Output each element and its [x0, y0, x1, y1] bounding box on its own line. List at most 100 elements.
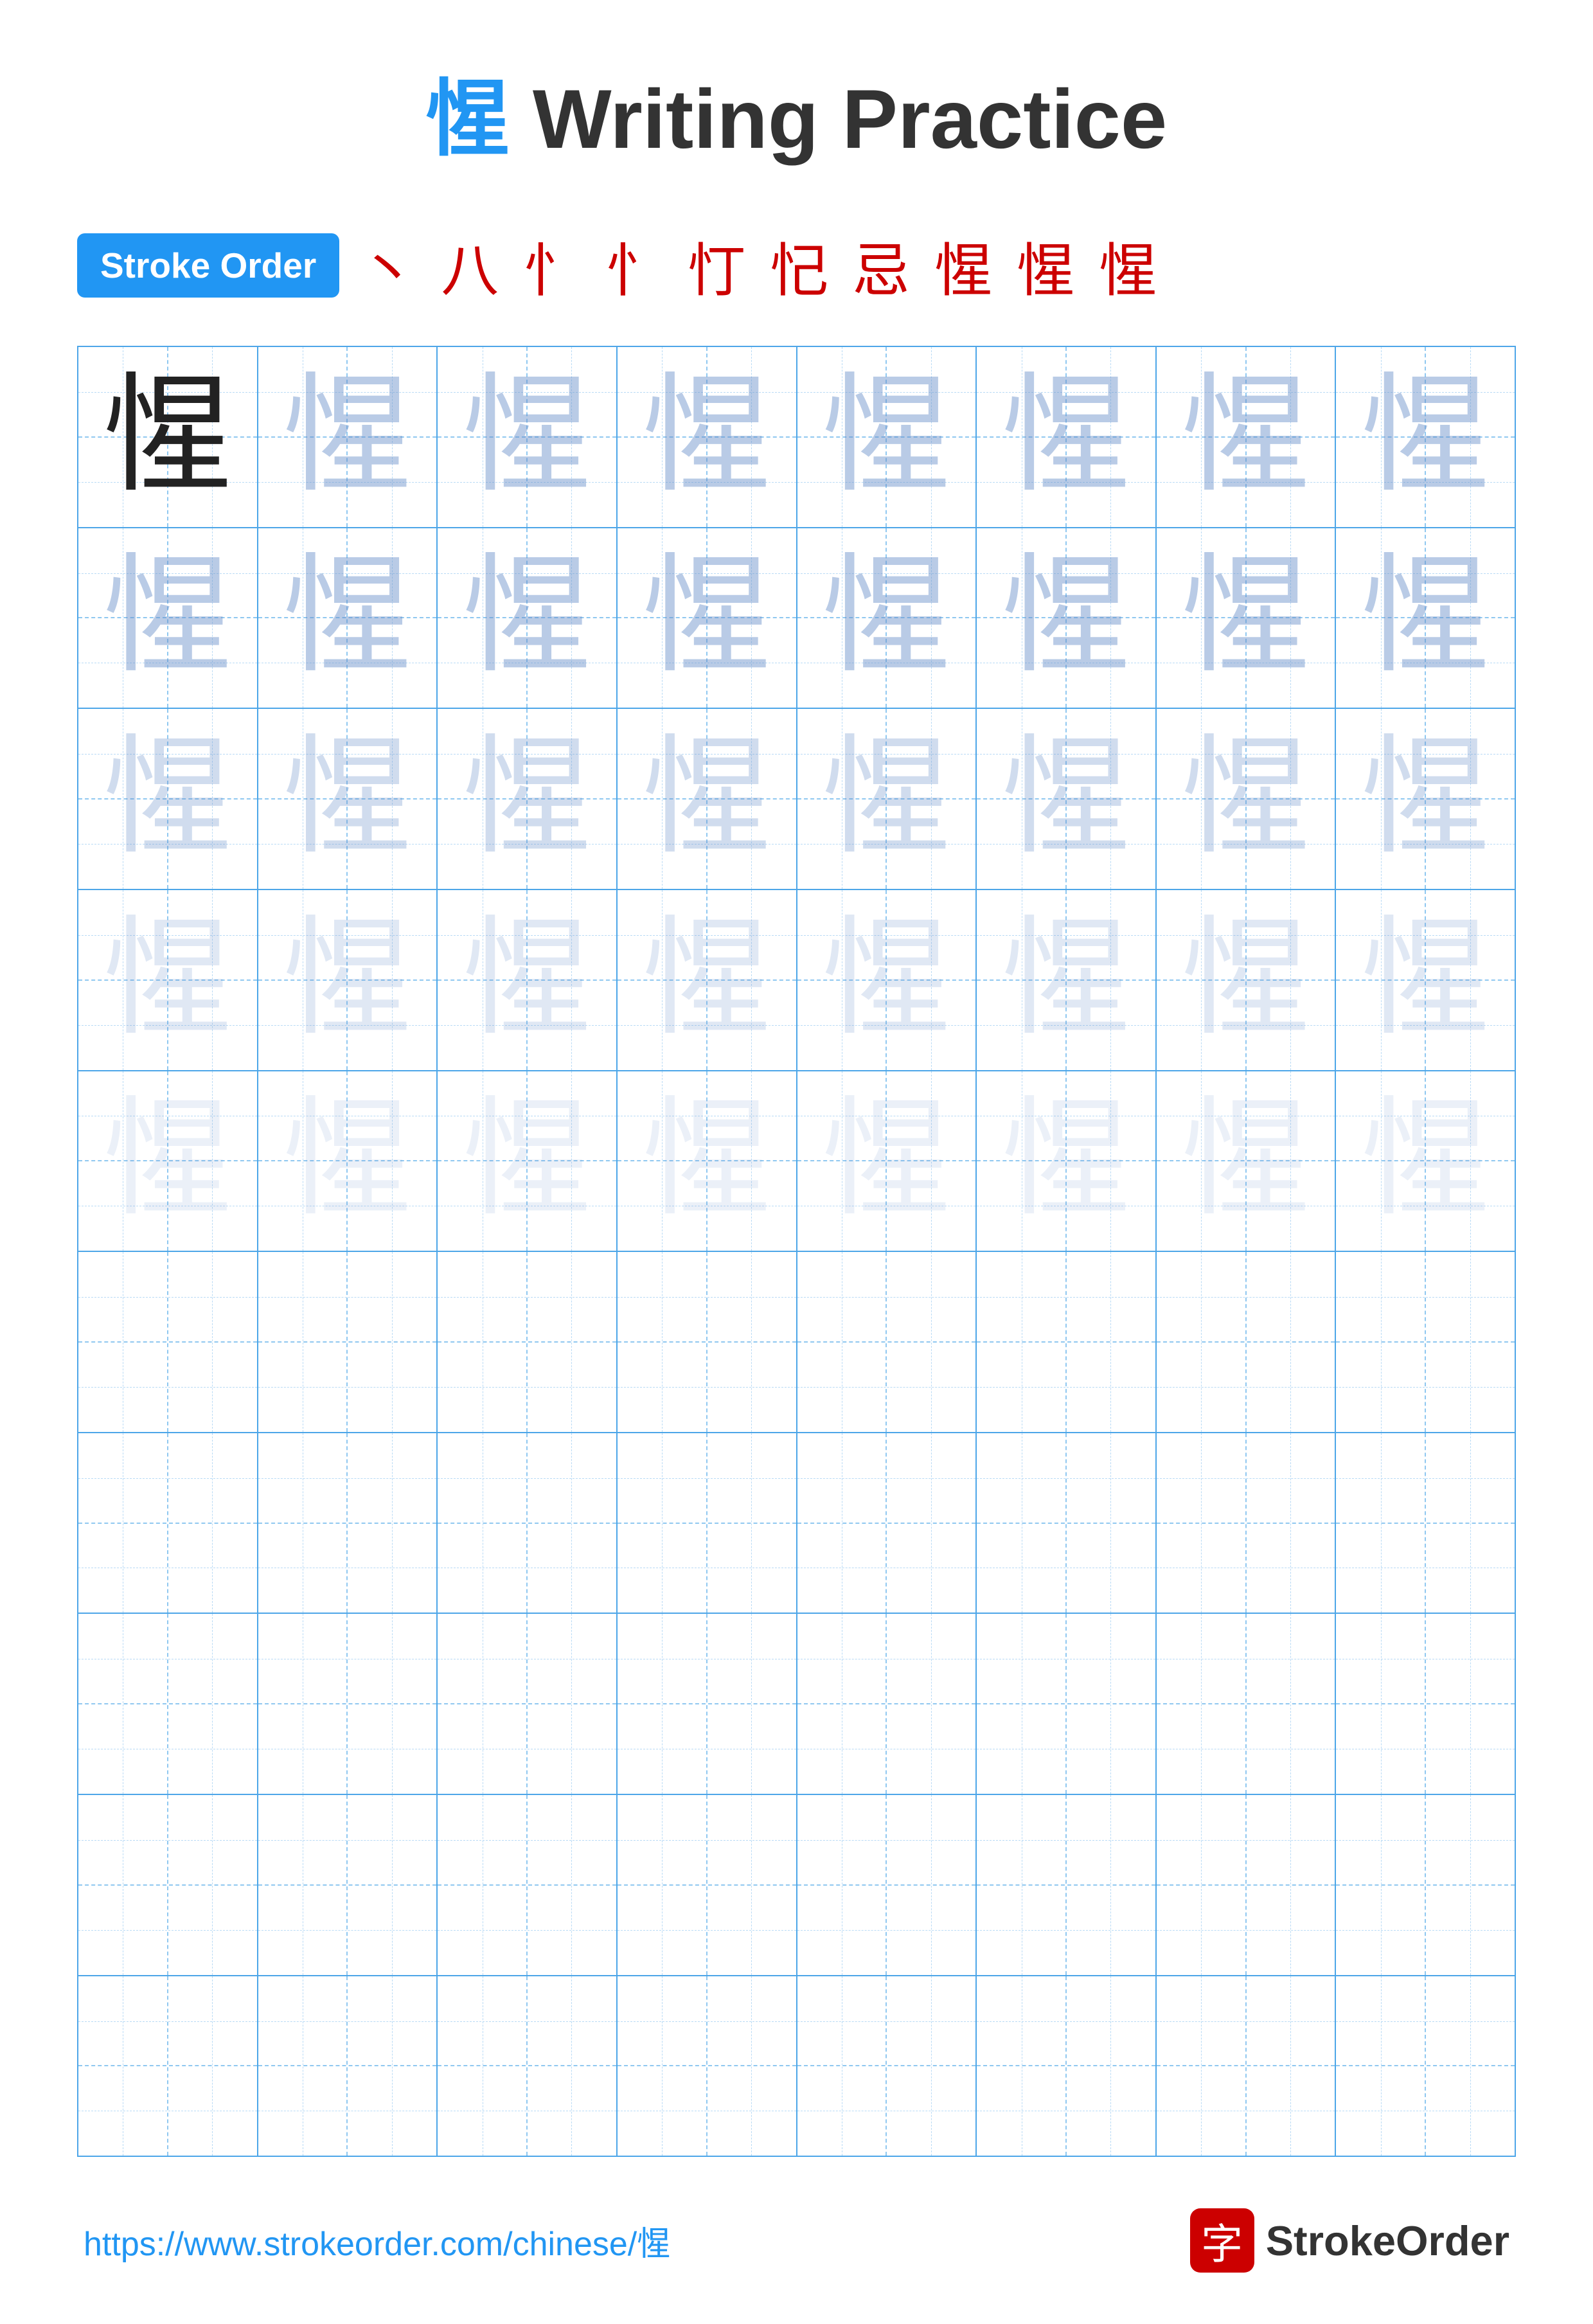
grid-cell[interactable] — [438, 1976, 618, 2156]
grid-cell[interactable] — [438, 1795, 618, 1975]
grid-cell[interactable]: 惺 — [618, 709, 797, 889]
grid-cell[interactable] — [258, 1433, 438, 1613]
grid-cell[interactable]: 惺 — [797, 347, 977, 527]
practice-char: 惺 — [822, 916, 950, 1044]
grid-cell[interactable]: 惺 — [258, 890, 438, 1070]
grid-row — [78, 1976, 1515, 2156]
grid-cell[interactable] — [258, 1795, 438, 1975]
grid-cell[interactable]: 惺 — [438, 347, 618, 527]
grid-cell[interactable] — [618, 1614, 797, 1794]
grid-cell[interactable] — [1336, 1252, 1515, 1432]
practice-char: 惺 — [463, 553, 591, 682]
grid-cell[interactable]: 惺 — [1157, 1071, 1337, 1251]
grid-cell[interactable] — [258, 1614, 438, 1794]
grid-cell[interactable] — [1336, 1795, 1515, 1975]
grid-cell[interactable]: 惺 — [78, 709, 258, 889]
stroke-4: 忄 — [605, 224, 675, 307]
grid-row — [78, 1252, 1515, 1433]
grid-cell[interactable]: 惺 — [78, 1071, 258, 1251]
stroke-9: 惺 — [1017, 224, 1086, 307]
grid-cell[interactable] — [1157, 1795, 1337, 1975]
grid-cell[interactable] — [1336, 1976, 1515, 2156]
grid-cell[interactable]: 惺 — [1157, 347, 1337, 527]
grid-cell[interactable] — [977, 1614, 1157, 1794]
grid-cell[interactable] — [977, 1433, 1157, 1613]
grid-cell[interactable]: 惺 — [1336, 709, 1515, 889]
grid-cell[interactable] — [977, 1976, 1157, 2156]
grid-cell[interactable]: 惺 — [797, 890, 977, 1070]
grid-cell[interactable] — [977, 1795, 1157, 1975]
grid-cell[interactable] — [797, 1433, 977, 1613]
writing-grid: 惺惺惺惺惺惺惺惺惺惺惺惺惺惺惺惺惺惺惺惺惺惺惺惺惺惺惺惺惺惺惺惺惺惺惺惺惺惺惺惺 — [77, 346, 1516, 2157]
practice-char: 惺 — [643, 916, 771, 1044]
practice-char: 惺 — [283, 916, 411, 1044]
grid-cell[interactable]: 惺 — [78, 347, 258, 527]
grid-cell[interactable] — [1157, 1976, 1337, 2156]
grid-cell[interactable]: 惺 — [977, 528, 1157, 708]
practice-char: 惺 — [1361, 553, 1490, 682]
grid-cell[interactable] — [438, 1252, 618, 1432]
grid-cell[interactable]: 惺 — [258, 1071, 438, 1251]
grid-cell[interactable]: 惺 — [977, 709, 1157, 889]
grid-cell[interactable] — [618, 1976, 797, 2156]
grid-cell[interactable]: 惺 — [438, 528, 618, 708]
grid-cell[interactable]: 惺 — [438, 1071, 618, 1251]
grid-cell[interactable]: 惺 — [1157, 528, 1337, 708]
stroke-2: 八 — [441, 224, 510, 307]
grid-cell[interactable] — [797, 1795, 977, 1975]
grid-cell[interactable]: 惺 — [438, 709, 618, 889]
grid-cell[interactable] — [1157, 1252, 1337, 1432]
grid-cell[interactable]: 惺 — [1336, 528, 1515, 708]
grid-cell[interactable] — [438, 1433, 618, 1613]
grid-cell[interactable] — [797, 1614, 977, 1794]
grid-cell[interactable]: 惺 — [1157, 709, 1337, 889]
practice-char: 惺 — [463, 373, 591, 501]
grid-cell[interactable]: 惺 — [438, 890, 618, 1070]
grid-cell[interactable]: 惺 — [258, 347, 438, 527]
stroke-5: 忊 — [688, 224, 757, 307]
grid-cell[interactable]: 惺 — [977, 1071, 1157, 1251]
grid-cell[interactable] — [618, 1795, 797, 1975]
grid-cell[interactable] — [797, 1252, 977, 1432]
grid-cell[interactable] — [1157, 1614, 1337, 1794]
grid-cell[interactable]: 惺 — [1157, 890, 1337, 1070]
grid-cell[interactable]: 惺 — [78, 890, 258, 1070]
grid-cell[interactable]: 惺 — [1336, 1071, 1515, 1251]
grid-cell[interactable] — [258, 1252, 438, 1432]
grid-cell[interactable] — [78, 1795, 258, 1975]
grid-cell[interactable] — [438, 1614, 618, 1794]
stroke-1: 丶 — [359, 224, 428, 307]
grid-cell[interactable]: 惺 — [797, 1071, 977, 1251]
grid-cell[interactable]: 惺 — [977, 890, 1157, 1070]
grid-cell[interactable]: 惺 — [1336, 347, 1515, 527]
grid-cell[interactable]: 惺 — [258, 528, 438, 708]
grid-cell[interactable] — [977, 1252, 1157, 1432]
grid-cell[interactable] — [258, 1976, 438, 2156]
grid-cell[interactable] — [1336, 1433, 1515, 1613]
grid-cell[interactable]: 惺 — [78, 528, 258, 708]
grid-cell[interactable]: 惺 — [618, 347, 797, 527]
grid-cell[interactable] — [78, 1976, 258, 2156]
grid-cell[interactable]: 惺 — [618, 528, 797, 708]
grid-cell[interactable]: 惺 — [258, 709, 438, 889]
practice-char: 惺 — [283, 1096, 411, 1225]
practice-char: 惺 — [822, 1096, 950, 1225]
grid-cell[interactable]: 惺 — [977, 347, 1157, 527]
grid-cell[interactable]: 惺 — [1336, 890, 1515, 1070]
grid-cell[interactable] — [618, 1252, 797, 1432]
grid-cell[interactable] — [618, 1433, 797, 1613]
grid-cell[interactable]: 惺 — [797, 709, 977, 889]
grid-cell[interactable] — [797, 1976, 977, 2156]
practice-char: 惺 — [643, 1096, 771, 1225]
grid-cell[interactable] — [78, 1252, 258, 1432]
footer-logo-icon: 字 — [1190, 2208, 1254, 2273]
grid-cell[interactable] — [78, 1433, 258, 1613]
grid-row: 惺惺惺惺惺惺惺惺 — [78, 347, 1515, 528]
grid-cell[interactable] — [78, 1614, 258, 1794]
grid-cell[interactable] — [1336, 1614, 1515, 1794]
grid-cell[interactable]: 惺 — [797, 528, 977, 708]
grid-cell[interactable]: 惺 — [618, 1071, 797, 1251]
grid-cell[interactable] — [1157, 1433, 1337, 1613]
grid-row — [78, 1614, 1515, 1795]
grid-cell[interactable]: 惺 — [618, 890, 797, 1070]
